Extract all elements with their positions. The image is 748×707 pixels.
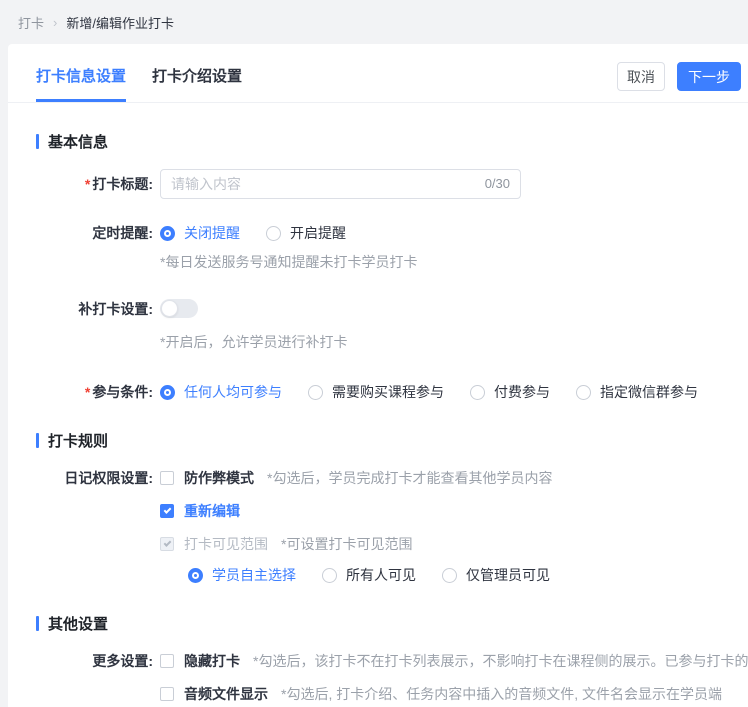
field-label-diary-permissions: 日记权限设置: — [36, 468, 153, 488]
audio-display-label[interactable]: 音频文件显示 — [184, 684, 268, 704]
audio-display-note: *勾选后, 打卡介绍、任务内容中插入的音频文件, 文件名会显示在学员端 — [281, 684, 722, 704]
field-row-diary-permissions: 日记权限设置: 防作弊模式 *勾选后，学员完成打卡才能查看其他学员内容 重新编辑 — [36, 468, 748, 585]
checkin-title-input-wrap: 0/30 — [160, 169, 521, 199]
field-row-makeup-checkin: 补打卡设置: *开启后，允许学员进行补打卡 — [36, 299, 748, 352]
radio-icon — [442, 568, 457, 583]
radio-option-purchase-course[interactable]: 需要购买课程参与 — [308, 382, 444, 402]
hide-checkin-label[interactable]: 隐藏打卡 — [184, 651, 240, 671]
required-mark: * — [85, 176, 90, 192]
section-title-other-settings: 其他设置 — [36, 613, 748, 634]
reedit-checkbox[interactable] — [160, 504, 174, 518]
reminder-radio-group: 关闭提醒 开启提醒 — [160, 223, 748, 243]
hide-checkin-check-line: 隐藏打卡 *勾选后，该打卡不在打卡列表展示，不影响打卡在课程侧的展示。已参与打卡… — [160, 651, 748, 671]
visibility-label: 打卡可见范围 — [184, 534, 268, 554]
next-step-button[interactable]: 下一步 — [677, 62, 741, 91]
check-icon — [163, 539, 171, 547]
breadcrumb-item-current: 新增/编辑作业打卡 — [66, 13, 174, 32]
radio-option-admin-only[interactable]: 仅管理员可见 — [442, 565, 550, 585]
radio-label: 关闭提醒 — [184, 223, 240, 243]
breadcrumb: 打卡 › 新增/编辑作业打卡 — [0, 0, 748, 44]
section-title-checkin-rules: 打卡规则 — [36, 430, 748, 451]
visibility-check-line: 打卡可见范围 *可设置打卡可见范围 — [160, 534, 748, 554]
audio-display-check-line: 音频文件显示 *勾选后, 打卡介绍、任务内容中插入的音频文件, 文件名会显示在学… — [160, 684, 748, 704]
breadcrumb-separator-icon: › — [53, 15, 57, 30]
radio-option-open-reminder[interactable]: 开启提醒 — [266, 223, 346, 243]
visibility-radio-group: 学员自主选择 所有人可见 仅管理员可见 — [188, 565, 748, 585]
char-counter: 0/30 — [485, 174, 510, 194]
radio-option-anyone[interactable]: 任何人均可参与 — [160, 382, 282, 402]
radio-option-wechat-group[interactable]: 指定微信群参与 — [576, 382, 698, 402]
makeup-note: *开启后，允许学员进行补打卡 — [160, 332, 748, 352]
radio-option-student-choice[interactable]: 学员自主选择 — [188, 565, 296, 585]
radio-option-visible-to-all[interactable]: 所有人可见 — [322, 565, 416, 585]
section-accent-bar — [36, 433, 39, 448]
radio-label: 仅管理员可见 — [466, 565, 550, 585]
required-mark: * — [85, 384, 90, 400]
field-label-checkin-title: *打卡标题: — [36, 174, 153, 194]
radio-icon — [322, 568, 337, 583]
anticheat-check-line: 防作弊模式 *勾选后，学员完成打卡才能查看其他学员内容 — [160, 468, 748, 488]
section-accent-bar — [36, 616, 39, 631]
section-title-text: 基本信息 — [48, 131, 108, 152]
reminder-note: *每日发送服务号通知提醒未打卡学员打卡 — [160, 252, 748, 272]
radio-option-paid[interactable]: 付费参与 — [470, 382, 550, 402]
field-row-participation: *参与条件: 任何人均可参与 需要购买课程参与 付费参与 — [36, 382, 748, 402]
radio-icon — [576, 385, 591, 400]
radio-label: 指定微信群参与 — [600, 382, 698, 402]
field-label-participation: *参与条件: — [36, 382, 153, 402]
radio-label: 学员自主选择 — [212, 565, 296, 585]
header-actions: 取消 下一步 — [617, 62, 741, 91]
visibility-note: *可设置打卡可见范围 — [281, 534, 412, 554]
reedit-label[interactable]: 重新编辑 — [184, 501, 240, 521]
tab-checkin-info-settings[interactable]: 打卡信息设置 — [36, 65, 126, 102]
section-title-basic-info: 基本信息 — [36, 131, 748, 152]
field-row-more-settings: 更多设置: 隐藏打卡 *勾选后，该打卡不在打卡列表展示，不影响打卡在课程侧的展示… — [36, 651, 748, 704]
radio-icon — [308, 385, 323, 400]
radio-icon — [470, 385, 485, 400]
checkin-settings-form: 基本信息 *打卡标题: 0/30 定时提醒: 关闭提醒 — [8, 131, 748, 704]
hide-checkin-note: *勾选后，该打卡不在打卡列表展示，不影响打卡在课程侧的展示。已参与打卡的学员不受… — [253, 651, 748, 671]
radio-icon — [160, 385, 175, 400]
anticheat-checkbox[interactable] — [160, 471, 174, 485]
hide-checkin-checkbox[interactable] — [160, 654, 174, 668]
anticheat-label[interactable]: 防作弊模式 — [184, 468, 254, 488]
toggle-knob — [161, 300, 178, 317]
radio-label: 所有人可见 — [346, 565, 416, 585]
content-card: 打卡信息设置 打卡介绍设置 取消 下一步 基本信息 *打卡标题: 0/30 — [8, 44, 748, 707]
participation-radio-group: 任何人均可参与 需要购买课程参与 付费参与 指定微信群参与 — [160, 382, 748, 402]
check-icon — [163, 506, 171, 514]
section-title-text: 其他设置 — [48, 613, 108, 634]
field-row-scheduled-reminder: 定时提醒: 关闭提醒 开启提醒 *每日发送服务号通知提醒未打卡学员打卡 — [36, 223, 748, 272]
radio-icon — [160, 226, 175, 241]
anticheat-note: *勾选后，学员完成打卡才能查看其他学员内容 — [267, 468, 552, 488]
reedit-check-line: 重新编辑 — [160, 501, 748, 521]
radio-label: 付费参与 — [494, 382, 550, 402]
radio-option-close-reminder[interactable]: 关闭提醒 — [160, 223, 240, 243]
breadcrumb-item-parent[interactable]: 打卡 — [18, 13, 44, 32]
checkin-title-input[interactable] — [171, 176, 477, 192]
field-label-more-settings: 更多设置: — [36, 651, 153, 671]
radio-label: 开启提醒 — [290, 223, 346, 243]
field-label-scheduled-reminder: 定时提醒: — [36, 223, 153, 243]
visibility-checkbox — [160, 537, 174, 551]
tabs-header: 打卡信息设置 打卡介绍设置 取消 下一步 — [8, 44, 748, 103]
radio-icon — [266, 226, 281, 241]
tab-checkin-intro-settings[interactable]: 打卡介绍设置 — [152, 65, 242, 102]
audio-display-checkbox[interactable] — [160, 687, 174, 701]
radio-icon — [188, 568, 203, 583]
makeup-checkin-toggle[interactable] — [160, 299, 198, 318]
cancel-button[interactable]: 取消 — [617, 62, 665, 91]
radio-label: 需要购买课程参与 — [332, 382, 444, 402]
section-title-text: 打卡规则 — [48, 430, 108, 451]
field-label-makeup-checkin: 补打卡设置: — [36, 299, 153, 319]
radio-label: 任何人均可参与 — [184, 382, 282, 402]
field-row-checkin-title: *打卡标题: 0/30 — [36, 169, 748, 199]
section-accent-bar — [36, 134, 39, 149]
